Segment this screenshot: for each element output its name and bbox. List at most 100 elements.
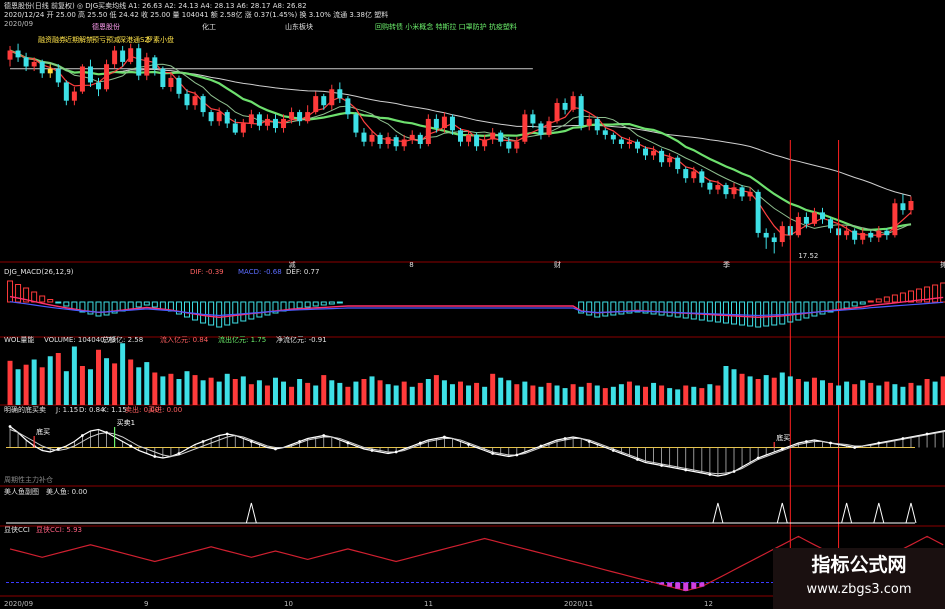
- macd-bar: [184, 301, 190, 318]
- header-line-1: 德恩股份(日线 前复权) ◎ DJG买卖均线 A1: 26.63 A2: 24.…: [4, 1, 307, 10]
- kdj-dot: [274, 447, 277, 451]
- candle-body: [626, 141, 632, 144]
- volume-bar: [361, 379, 367, 405]
- candle-body: [811, 212, 817, 224]
- candle-body: [868, 232, 874, 238]
- macd-bar: [320, 301, 327, 306]
- volume-bar: [449, 384, 455, 405]
- candle-body: [401, 139, 407, 147]
- volume-bar: [699, 388, 705, 405]
- kdj-dot: [901, 437, 905, 440]
- macd-bar: [143, 301, 150, 306]
- volume-bar: [715, 385, 721, 405]
- chart-canvas[interactable]: 德恩股份(日线 前复权) ◎ DJG买卖均线 A1: 26.63 A2: 24.…: [0, 0, 945, 609]
- kdj-signal-label-1: 买卖1: [117, 419, 135, 427]
- macd-bar: [594, 301, 601, 318]
- kdj-dot: [225, 432, 229, 436]
- candle-body: [490, 132, 496, 140]
- macd-bar: [739, 301, 746, 326]
- mermaid-title: 美人鱼副图: [4, 487, 39, 496]
- candle-body: [860, 232, 866, 240]
- macd-bar: [304, 301, 311, 308]
- volume-bar: [208, 377, 214, 405]
- candle-body: [466, 134, 472, 142]
- candle-body: [409, 134, 415, 140]
- watermark-url: www.zbgs3.com: [806, 582, 912, 597]
- kdj-dot: [515, 453, 519, 457]
- kdj-dot: [346, 441, 350, 445]
- kdj-dot: [153, 455, 157, 458]
- volume-bar: [232, 379, 238, 405]
- kdj-dot: [732, 470, 736, 473]
- candle-body: [305, 112, 311, 122]
- kdj-dot: [249, 440, 253, 443]
- mermaid-spike: [905, 502, 917, 524]
- kdj-dot: [684, 468, 688, 472]
- volume-title: WOL量能: [4, 335, 34, 344]
- volume-bar: [79, 366, 85, 405]
- macd-bar: [899, 292, 906, 303]
- concept-label-0: 融资融券: [38, 35, 66, 44]
- volume-bar: [482, 386, 488, 405]
- macd-bar: [192, 301, 199, 321]
- macd-bar: [55, 301, 62, 304]
- volume-bar: [868, 382, 874, 405]
- kdj-d-line: [9, 429, 945, 475]
- candle-body: [297, 112, 303, 122]
- candle-body: [393, 137, 399, 147]
- volume-bar: [908, 382, 914, 405]
- macd-bar: [336, 301, 343, 304]
- macd-bar: [610, 301, 617, 316]
- kdj-k-line: [9, 426, 945, 477]
- macd-bar: [771, 301, 778, 326]
- candle-body: [79, 66, 85, 92]
- macd-bar: [264, 301, 271, 316]
- candle-body: [224, 112, 230, 124]
- volume-bar: [916, 385, 922, 405]
- kdj-dot: [298, 440, 302, 443]
- time-axis-label-5: 12: [704, 600, 713, 608]
- volume-bar: [498, 377, 504, 405]
- candle-body: [417, 134, 423, 144]
- volume-bar: [554, 385, 560, 405]
- kdj-signal-label-0: 底买: [36, 427, 50, 436]
- macd-title: DJG_MACD(26,12,9): [4, 268, 74, 276]
- candle-body: [554, 102, 560, 122]
- candle-body: [120, 50, 126, 62]
- candle-body: [876, 230, 882, 238]
- candle-body: [618, 139, 624, 144]
- macd-bar: [159, 301, 166, 310]
- volume-bar: [884, 381, 890, 405]
- macd-legend-1: MACD: -0.68: [238, 268, 282, 276]
- volume-bar: [152, 372, 158, 405]
- volume-bar: [538, 386, 544, 405]
- candle-body: [240, 123, 246, 133]
- macd-bar: [312, 301, 319, 307]
- volume-bar: [626, 381, 632, 405]
- macd-bar: [296, 301, 303, 309]
- volume-bar: [353, 381, 359, 405]
- volume-bar: [393, 385, 399, 405]
- candle-body: [39, 61, 45, 74]
- candle-body: [474, 134, 480, 147]
- volume-bar: [522, 381, 528, 405]
- volume-bar: [104, 358, 110, 405]
- volume-bar: [811, 377, 817, 405]
- volume-bar: [417, 382, 423, 405]
- candle-body: [289, 112, 295, 119]
- kdj-dot: [780, 447, 784, 451]
- volume-bar: [458, 381, 463, 405]
- volume-bar: [731, 369, 737, 405]
- macd-bar: [71, 301, 78, 310]
- volume-bar: [490, 373, 496, 405]
- candle-body: [570, 96, 576, 110]
- macd-legend-2: DEF: 0.77: [286, 268, 319, 276]
- candle-body: [844, 230, 850, 236]
- kdj-dot: [925, 432, 929, 436]
- kdj-dot: [539, 444, 543, 448]
- volume-bar: [200, 380, 206, 405]
- macd-bar: [731, 301, 737, 325]
- low-price-label: 17.52: [798, 252, 818, 260]
- volume-bar: [337, 382, 343, 405]
- kdj-dot: [853, 446, 857, 449]
